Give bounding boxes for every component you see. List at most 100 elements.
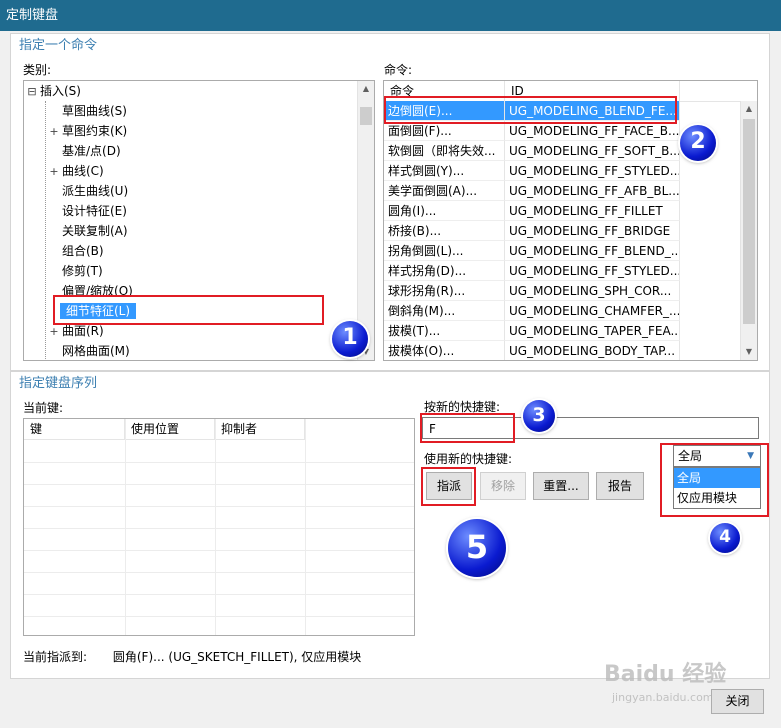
column-header-suppressor[interactable]: 抑制者	[215, 419, 305, 440]
remove-button[interactable]: 移除	[480, 472, 526, 500]
column-header-key[interactable]: 键	[24, 419, 125, 440]
scope-select[interactable]: 全局 ▼	[673, 445, 761, 467]
table-row[interactable]: 拐角倒圆(L)... UG_MODELING_FF_BLEND_...	[384, 241, 740, 261]
tree-item[interactable]: + 曲面(R)	[48, 321, 106, 341]
category-tree[interactable]: ⊟ 插入(S) 草图曲线(S) + 草图约束(K) 基准/点(D) + 曲线(C) 派生曲线(U…	[23, 80, 375, 361]
tree-guide-line	[45, 101, 46, 360]
annotation-badge-3: 3	[523, 400, 555, 432]
tree-item[interactable]: 设计特征(E)	[48, 201, 129, 221]
category-tree-scrollbar[interactable]: ▲ ▼	[357, 81, 374, 360]
scroll-down-icon[interactable]: ▼	[741, 344, 757, 360]
scroll-thumb[interactable]	[743, 119, 755, 324]
table-row[interactable]: 球形拐角(R)... UG_MODELING_SPH_COR...	[384, 281, 740, 301]
table-row	[24, 462, 414, 485]
tree-item-label: 基准/点(D)	[62, 144, 121, 158]
tree-item[interactable]: 派生曲线(U)	[48, 181, 130, 201]
annotation-badge-5: 5	[448, 519, 506, 577]
table-row	[24, 550, 414, 573]
scope-option-global[interactable]: 全局	[674, 468, 760, 488]
annotation-badge-2: 2	[680, 125, 716, 161]
table-row[interactable]: 美学面倒圆(A)... UG_MODELING_FF_AFB_BL...	[384, 181, 740, 201]
tree-item[interactable]: 组合(B)	[48, 241, 106, 261]
scope-option-app-only[interactable]: 仅应用模块	[674, 488, 760, 508]
tree-item[interactable]: 修剪(T)	[48, 261, 105, 281]
command-name-cell: 样式倒圆(Y)...	[384, 161, 505, 181]
tree-item-label: 曲面(R)	[62, 324, 104, 338]
keyboard-section-title: 指定键盘序列	[19, 376, 98, 391]
command-name-cell: 球形拐角(R)...	[384, 281, 505, 301]
current-keys-table[interactable]: 键 使用位置 抑制者	[23, 418, 415, 636]
tree-item-label: 关联复制(A)	[62, 224, 128, 238]
tree-item-label: 设计特征(E)	[62, 204, 127, 218]
table-row[interactable]: 拔模(T)... UG_MODELING_TAPER_FEA...	[384, 321, 740, 341]
new-shortcut-input[interactable]: F	[422, 417, 759, 439]
tree-item[interactable]: ⊟ 插入(S)	[26, 81, 83, 101]
assign-button[interactable]: 指派	[426, 472, 472, 500]
column-header-command[interactable]: 命令	[384, 81, 505, 101]
expand-toggle-icon[interactable]: +	[48, 322, 60, 342]
command-id-cell: UG_MODELING_FF_BRIDGE	[505, 221, 680, 241]
table-row[interactable]: 边倒圆(E)... UG_MODELING_BLEND_FE...	[384, 101, 740, 121]
table-row	[24, 594, 414, 617]
reset-button[interactable]: 重置...	[533, 472, 589, 500]
command-id-cell: UG_MODELING_TAPER_FEA...	[505, 321, 680, 341]
table-row[interactable]: 拔模体(O)... UG_MODELING_BODY_TAP...	[384, 341, 740, 360]
tree-item-label: 组合(B)	[62, 244, 104, 258]
tree-item[interactable]: 网格曲面(M)	[48, 341, 132, 360]
table-row	[24, 506, 414, 529]
command-id-cell: UG_MODELING_FF_BLEND_...	[505, 241, 680, 261]
command-name-cell: 边倒圆(E)...	[384, 101, 505, 121]
command-section-title: 指定一个命令	[19, 38, 98, 53]
column-header-location[interactable]: 使用位置	[125, 419, 215, 440]
scroll-up-icon[interactable]: ▲	[358, 81, 374, 97]
tree-item-label: 细节特征(L)	[60, 303, 137, 319]
command-id-cell: UG_MODELING_FF_FILLET	[505, 201, 680, 221]
command-table-scrollbar[interactable]: ▲ ▼	[740, 101, 757, 360]
scope-selected-value: 全局	[678, 449, 703, 463]
grid-line	[125, 419, 126, 635]
tree-item[interactable]: + 曲线(C)	[48, 161, 106, 181]
expand-toggle-icon[interactable]: +	[48, 162, 60, 182]
tree-item-label: 草图约束(K)	[62, 124, 128, 138]
assigned-to-label: 当前指派到:	[23, 650, 88, 664]
scope-dropdown[interactable]: 全局 仅应用模块	[673, 467, 761, 509]
tree-item-label: 草图曲线(S)	[62, 104, 127, 118]
chevron-down-icon[interactable]: ▼	[747, 446, 754, 466]
tree-item-label: 插入(S)	[40, 84, 81, 98]
tree-item[interactable]: 草图曲线(S)	[48, 101, 129, 121]
close-button[interactable]: 关闭	[711, 689, 764, 714]
command-id-cell: UG_MODELING_CHAMFER_...	[505, 301, 680, 321]
table-row[interactable]: 圆角(I)... UG_MODELING_FF_FILLET	[384, 201, 740, 221]
scroll-thumb[interactable]	[360, 107, 372, 125]
report-button[interactable]: 报告	[596, 472, 644, 500]
tree-item-label: 修剪(T)	[62, 264, 103, 278]
expand-toggle-icon[interactable]: ⊟	[26, 82, 38, 102]
column-header-id[interactable]: ID	[505, 81, 680, 101]
tree-item[interactable]: 关联复制(A)	[48, 221, 130, 241]
tree-item-label: 网格曲面(M)	[62, 344, 130, 358]
use-new-key-label: 使用新的快捷键:	[424, 452, 513, 466]
command-table[interactable]: 命令 ID 边倒圆(E)... UG_MODELING_BLEND_FE... 面倒…	[383, 80, 758, 361]
tree-item[interactable]: 细节特征(L)	[48, 301, 137, 321]
table-row	[24, 484, 414, 507]
command-name-cell: 倒斜角(M)...	[384, 301, 505, 321]
tree-item[interactable]: 偏置/缩放(O)	[48, 281, 135, 301]
annotation-badge-4: 4	[710, 523, 740, 553]
command-name-cell: 拐角倒圆(L)...	[384, 241, 505, 261]
table-row[interactable]: 样式拐角(D)... UG_MODELING_FF_STYLED...	[384, 261, 740, 281]
command-name-cell: 圆角(I)...	[384, 201, 505, 221]
window-title: 定制键盘	[6, 8, 59, 23]
scroll-up-icon[interactable]: ▲	[741, 101, 757, 117]
tree-item[interactable]: + 草图约束(K)	[48, 121, 129, 141]
table-row[interactable]: 桥接(B)... UG_MODELING_FF_BRIDGE	[384, 221, 740, 241]
assigned-to-value: 圆角(F)... (UG_SKETCH_FILLET), 仅应用模块	[112, 650, 362, 664]
command-label: 命令:	[384, 63, 413, 77]
tree-item[interactable]: 基准/点(D)	[48, 141, 123, 161]
expand-toggle-icon[interactable]: +	[48, 122, 60, 142]
command-id-cell: UG_MODELING_FF_SOFT_B...	[505, 141, 680, 161]
command-table-header: 命令 ID	[384, 81, 740, 102]
table-row[interactable]: 样式倒圆(Y)... UG_MODELING_FF_STYLED...	[384, 161, 740, 181]
command-id-cell: UG_MODELING_SPH_COR...	[505, 281, 680, 301]
command-id-cell: UG_MODELING_FF_STYLED...	[505, 261, 680, 281]
table-row[interactable]: 倒斜角(M)... UG_MODELING_CHAMFER_...	[384, 301, 740, 321]
